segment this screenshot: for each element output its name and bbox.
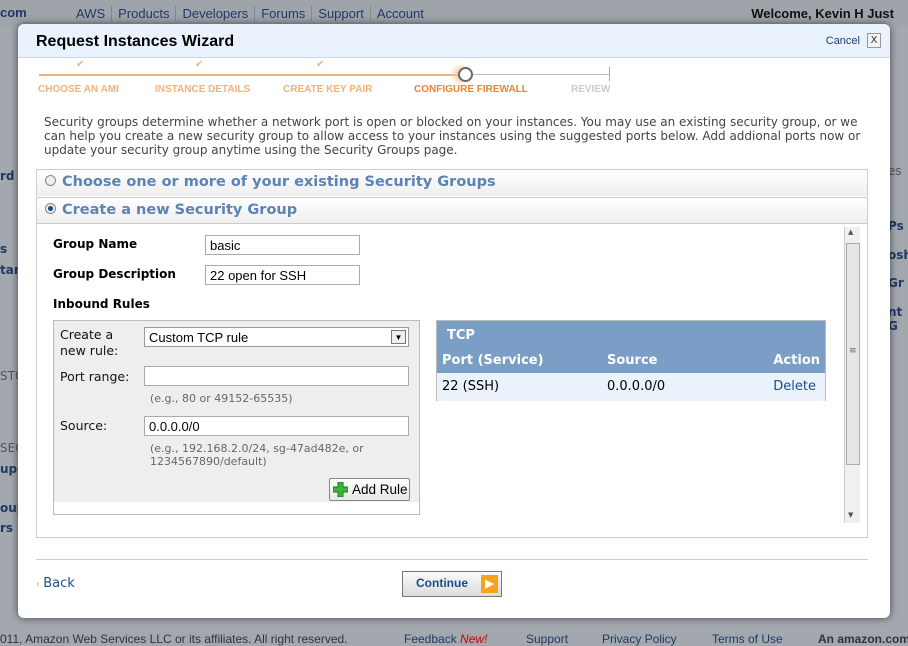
nav-forums[interactable]: Forums: [255, 6, 313, 21]
close-icon[interactable]: X: [867, 33, 881, 48]
check-icon: ✔: [76, 59, 85, 70]
plus-icon: [333, 482, 348, 497]
current-step-marker: [458, 67, 473, 82]
table-title: TCP: [447, 328, 475, 343]
progress-line-remaining: [466, 74, 610, 75]
port-range-hint: (e.g., 80 or 49152-65535): [150, 392, 293, 405]
nav-aws[interactable]: AWS: [70, 6, 113, 21]
group-description-label: Group Description: [53, 267, 176, 281]
page-footer: 011, Amazon Web Services LLC or its affi…: [0, 630, 908, 646]
rule-type-select[interactable]: Custom TCP rule ▼: [144, 327, 409, 347]
group-description-input[interactable]: 22 open for SSH: [205, 265, 360, 285]
bg-fragment: Gr: [888, 276, 904, 290]
radio-new[interactable]: [45, 203, 56, 214]
existing-groups-option[interactable]: Choose one or more of your existing Secu…: [37, 170, 867, 196]
step-create-key-pair: CREATE KEY PAIR: [283, 84, 373, 95]
row-source: 0.0.0.0/0: [607, 379, 666, 394]
scroll-thumb[interactable]: ≡: [846, 243, 860, 465]
source-label: Source:: [60, 418, 108, 433]
bg-fragment: rd: [0, 169, 15, 183]
nav-products[interactable]: Products: [112, 6, 177, 21]
nav-account[interactable]: Account: [371, 6, 430, 21]
continue-button[interactable]: Continue ▶: [402, 571, 502, 597]
divider: [36, 559, 868, 560]
chevron-down-icon[interactable]: ▼: [391, 330, 406, 344]
existing-groups-panel: Choose one or more of your existing Secu…: [36, 169, 868, 196]
check-icon: ✔: [195, 59, 204, 70]
intro-text: Security groups determine whether a netw…: [44, 115, 861, 157]
progress-line-done: [39, 74, 466, 76]
column-source: Source: [607, 353, 658, 368]
arrow-right-icon: ▶: [481, 575, 498, 593]
bg-fragment: rs: [0, 521, 14, 535]
rules-table: TCP Port (Service) Source Action 22 (SSH…: [436, 320, 826, 401]
create-rule-label: Create a new rule:: [60, 327, 119, 358]
bg-fragment: Ps: [888, 219, 904, 233]
radio-existing[interactable]: [45, 175, 56, 186]
table-header: TCP Port (Service) Source Action: [437, 321, 825, 373]
welcome-text: Welcome, Kevin H Just: [751, 6, 894, 21]
scrollbar[interactable]: ▲ ≡ ▼: [844, 227, 860, 523]
bg-fragment: es: [888, 164, 902, 178]
top-nav-bar: com AWS Products Developers Forums Suppo…: [0, 0, 908, 26]
new-group-content: Group Name basic Group Description 22 op…: [37, 225, 867, 537]
logo-fragment: com: [0, 5, 27, 20]
bg-fragment: s: [0, 242, 8, 256]
column-action: Action: [773, 353, 820, 368]
inbound-rules-label: Inbound Rules: [53, 297, 150, 311]
bg-fragment: nt G: [888, 305, 903, 333]
nav-support[interactable]: Support: [312, 6, 371, 21]
group-name-label: Group Name: [53, 237, 138, 251]
cancel-link[interactable]: Cancel: [826, 35, 860, 47]
step-configure-firewall: CONFIGURE FIREWALL: [414, 84, 528, 95]
table-row: 22 (SSH) 0.0.0.0/0 Delete: [437, 373, 825, 401]
back-link[interactable]: ‹ Back: [36, 576, 75, 591]
progress-end: [609, 67, 610, 81]
top-nav: AWS Products Developers Forums Support A…: [70, 6, 430, 21]
source-hint: (e.g., 192.168.2.0/24, sg-47ad482e, or 1…: [150, 442, 364, 468]
row-port: 22 (SSH): [442, 379, 500, 394]
new-rule-form: Create a new rule: Custom TCP rule ▼ Port…: [53, 320, 420, 515]
wizard-dialog: Request Instances Wizard Cancel X ✔ ✔ ✔ …: [18, 24, 890, 618]
port-range-label: Port range:: [60, 369, 130, 384]
step-review: REVIEW: [571, 84, 611, 95]
port-range-input[interactable]: [144, 366, 409, 386]
nav-developers[interactable]: Developers: [176, 6, 256, 21]
dialog-header: Request Instances Wizard Cancel X: [18, 24, 890, 58]
bg-fragment: osh: [888, 248, 908, 262]
check-icon: ✔: [316, 59, 325, 70]
step-choose-ami: CHOOSE AN AMI: [38, 84, 119, 95]
scroll-down-icon[interactable]: ▼: [848, 511, 853, 519]
delete-link[interactable]: Delete: [773, 379, 816, 394]
dialog-title: Request Instances Wizard: [36, 33, 235, 50]
add-rule-button[interactable]: Add Rule: [329, 478, 410, 501]
source-input[interactable]: 0.0.0.0/0: [144, 416, 409, 436]
group-name-input[interactable]: basic: [205, 235, 360, 255]
new-group-panel: Create a new Security Group Group Name b…: [36, 197, 868, 538]
column-port: Port (Service): [442, 353, 544, 368]
step-instance-details: INSTANCE DETAILS: [155, 84, 251, 95]
new-group-option[interactable]: Create a new Security Group: [37, 198, 867, 224]
scroll-up-icon[interactable]: ▲: [848, 228, 853, 236]
